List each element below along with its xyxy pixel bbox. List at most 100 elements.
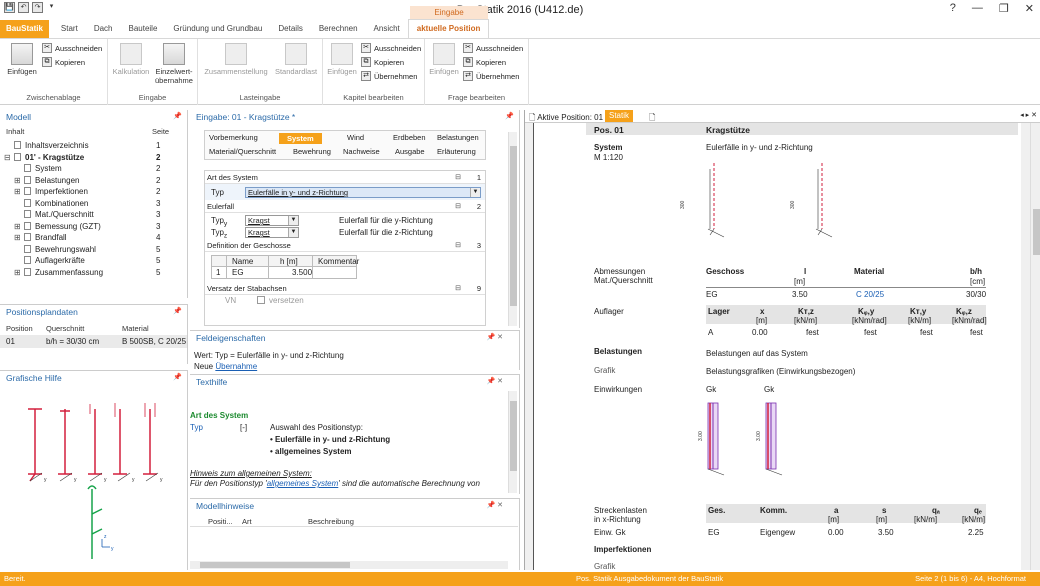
tree-item[interactable]: Mat./Querschnitt 3 bbox=[4, 209, 184, 221]
nav-system[interactable]: System bbox=[279, 133, 322, 144]
section-eulerfall[interactable]: Eulerfall ⊟ 2 bbox=[205, 200, 485, 213]
einzelwert-button[interactable]: Einzelwert- übernahme bbox=[152, 43, 196, 85]
tree-item[interactable]: Inhaltsverzeichnis 1 bbox=[4, 140, 184, 152]
collapse-icon[interactable]: ⊟ bbox=[455, 282, 461, 295]
nav-nachweise[interactable]: Nachweise bbox=[343, 147, 380, 156]
standardlast-button[interactable]: Standardlast bbox=[272, 43, 320, 76]
collapse-icon[interactable]: ⊟ bbox=[455, 239, 461, 252]
expand-icon[interactable]: ⊞ bbox=[14, 186, 24, 198]
tab-details[interactable]: Details bbox=[270, 20, 310, 38]
unit: [kNm/rad] bbox=[952, 316, 987, 325]
copy-button[interactable]: ⧉ Kopieren bbox=[42, 57, 85, 67]
unit: [m] bbox=[876, 515, 888, 524]
doc-text: Belastungsgrafiken (Einwirkungsbezogen) bbox=[706, 367, 856, 376]
material-link[interactable]: C 20/25 bbox=[856, 290, 884, 299]
nav-vorbemerkung[interactable]: Vorbemerkung bbox=[209, 133, 258, 142]
dimension-label: 300 bbox=[680, 200, 686, 209]
table-row[interactable]: 01 b/h = 30/30 cm B 500SB, C 20/25 bbox=[0, 335, 187, 348]
typ-select[interactable]: Eulerfälle in y- und z-Richtung ▼ bbox=[245, 187, 481, 198]
pin-icon[interactable]: 📌 bbox=[173, 373, 182, 381]
nav-erdbeben[interactable]: Erdbeben bbox=[393, 133, 426, 142]
maximize-icon[interactable]: ❐ bbox=[999, 2, 1009, 15]
expand-icon[interactable]: ⊞ bbox=[14, 175, 24, 187]
typz-select[interactable]: Kragst ▼ bbox=[245, 227, 299, 238]
document-scrollbar[interactable] bbox=[1030, 123, 1040, 570]
pin-icon[interactable]: 📌 ✕ bbox=[486, 377, 503, 385]
horizontal-scrollbar[interactable] bbox=[190, 561, 508, 569]
scrollbar[interactable] bbox=[508, 391, 517, 493]
doc-tab-statik[interactable]: Statik bbox=[605, 110, 634, 122]
kapitel-take-button[interactable]: ⇄ Übernehmen bbox=[361, 71, 417, 81]
cut-button[interactable]: ✂ Ausschneiden bbox=[42, 43, 102, 53]
tree-item[interactable]: ⊞ Brandfall 4 bbox=[4, 232, 184, 244]
pin-icon[interactable]: 📌 ✕ bbox=[486, 501, 503, 509]
doc-nav-icons[interactable]: ◂ ▸ ✕ bbox=[1020, 111, 1037, 119]
help-icon[interactable]: ? bbox=[950, 2, 956, 15]
versetzen-checkbox[interactable] bbox=[257, 296, 265, 304]
frage-copy-button[interactable]: ⧉ Kopieren bbox=[463, 57, 506, 67]
tab-ansicht[interactable]: Ansicht bbox=[366, 20, 408, 38]
nav-ausgabe[interactable]: Ausgabe bbox=[395, 147, 425, 156]
tab-dach[interactable]: Dach bbox=[86, 20, 121, 38]
frage-paste-button[interactable]: Einfügen bbox=[427, 43, 461, 76]
minimize-icon[interactable]: — bbox=[972, 2, 983, 15]
expand-icon[interactable]: ⊞ bbox=[14, 267, 24, 279]
scrollbar[interactable] bbox=[508, 132, 517, 326]
kapitel-paste-button[interactable]: Einfügen bbox=[325, 43, 359, 76]
nav-bewehrung[interactable]: Bewehrung bbox=[293, 147, 331, 156]
cell[interactable]: 3.500 bbox=[292, 268, 312, 277]
tree-item[interactable]: ⊞ Bemessung (GZT) 3 bbox=[4, 221, 184, 233]
expand-icon[interactable]: ⊟ bbox=[4, 152, 14, 164]
collapse-icon[interactable]: ⊟ bbox=[455, 171, 461, 184]
tree-item[interactable]: Auflagerkräfte 5 bbox=[4, 255, 184, 267]
pin-icon[interactable]: 📌 bbox=[173, 112, 182, 120]
tab-baustatik[interactable]: BauStatik bbox=[0, 20, 49, 38]
pin-icon[interactable]: 📌 bbox=[505, 112, 514, 120]
section-versatz[interactable]: Versatz der Stabachsen ⊟ 9 bbox=[205, 282, 485, 295]
section-geschosse[interactable]: Definition der Geschosse ⊟ 3 bbox=[205, 239, 485, 252]
tree-item[interactable]: System 2 bbox=[4, 163, 184, 175]
tab-aktuelle-position[interactable]: aktuelle Position bbox=[407, 19, 490, 38]
nav-belastungen[interactable]: Belastungen bbox=[437, 133, 479, 142]
section-art-des-system[interactable]: Art des System ⊟ 1 bbox=[205, 171, 485, 184]
pin-icon[interactable]: 📌 ✕ bbox=[486, 333, 503, 341]
tree-item[interactable]: Bewehrungswahl 5 bbox=[4, 244, 184, 256]
svg-text:z: z bbox=[104, 534, 107, 540]
transfer-icon: ⇄ bbox=[361, 71, 371, 81]
tree-item[interactable]: ⊞ Belastungen 2 bbox=[4, 175, 184, 187]
help-bullet: • Eulerfälle in y- und z-Richtung bbox=[270, 435, 391, 444]
expand-icon[interactable]: ⊞ bbox=[14, 232, 24, 244]
tree-item[interactable]: Kombinationen 3 bbox=[4, 198, 184, 210]
tab-bauteile[interactable]: Bauteile bbox=[121, 20, 166, 38]
close-icon[interactable]: ✕ bbox=[1025, 2, 1034, 15]
unit: [kN/m] bbox=[908, 316, 932, 325]
kalkulation-button[interactable]: Kalkulation bbox=[110, 43, 152, 76]
load-label: Gk bbox=[706, 385, 717, 394]
frage-take-button[interactable]: ⇄ Übernehmen bbox=[463, 71, 519, 81]
nav-material[interactable]: Material/Querschnitt bbox=[209, 147, 276, 156]
kapitel-copy-button[interactable]: ⧉ Kopieren bbox=[361, 57, 404, 67]
tree-item[interactable]: ⊟ 01' - Kragstütze 2 bbox=[4, 152, 184, 164]
cell[interactable]: EG bbox=[232, 268, 244, 277]
tree-item[interactable]: ⊞ Imperfektionen 2 bbox=[4, 186, 184, 198]
typy-select[interactable]: Kragst ▼ bbox=[245, 215, 299, 226]
zusammenstellung-button[interactable]: Zusammenstellung bbox=[200, 43, 272, 76]
tree-item[interactable]: ⊞ Zusammenfassung 5 bbox=[4, 267, 184, 279]
doc-text: Eulerfälle in y- und z-Richtung bbox=[706, 143, 813, 152]
tab-berechnen[interactable]: Berechnen bbox=[311, 20, 366, 38]
ribbon-tabs: BauStatik Start Dach Bauteile Gründung u… bbox=[0, 19, 1040, 38]
uebernahme-link[interactable]: Übernahme bbox=[215, 362, 257, 371]
collapse-icon[interactable]: ⊟ bbox=[455, 200, 461, 213]
expand-icon[interactable]: ⊞ bbox=[14, 221, 24, 233]
tab-start[interactable]: Start bbox=[53, 20, 86, 38]
tab-gruendung[interactable]: Gründung und Grundbau bbox=[165, 20, 270, 38]
cell: 3.50 bbox=[792, 290, 808, 299]
paste-button[interactable]: Einfügen bbox=[4, 43, 40, 76]
table-header bbox=[706, 305, 986, 324]
kapitel-cut-button[interactable]: ✂ Ausschneiden bbox=[361, 43, 421, 53]
pin-icon[interactable]: 📌 bbox=[173, 307, 182, 315]
frage-cut-button[interactable]: ✂ Ausschneiden bbox=[463, 43, 523, 53]
nav-erlaeuterung[interactable]: Erläuterung bbox=[437, 147, 476, 156]
nav-wind[interactable]: Wind bbox=[347, 133, 364, 142]
help-link[interactable]: allgemeines System bbox=[267, 479, 339, 488]
